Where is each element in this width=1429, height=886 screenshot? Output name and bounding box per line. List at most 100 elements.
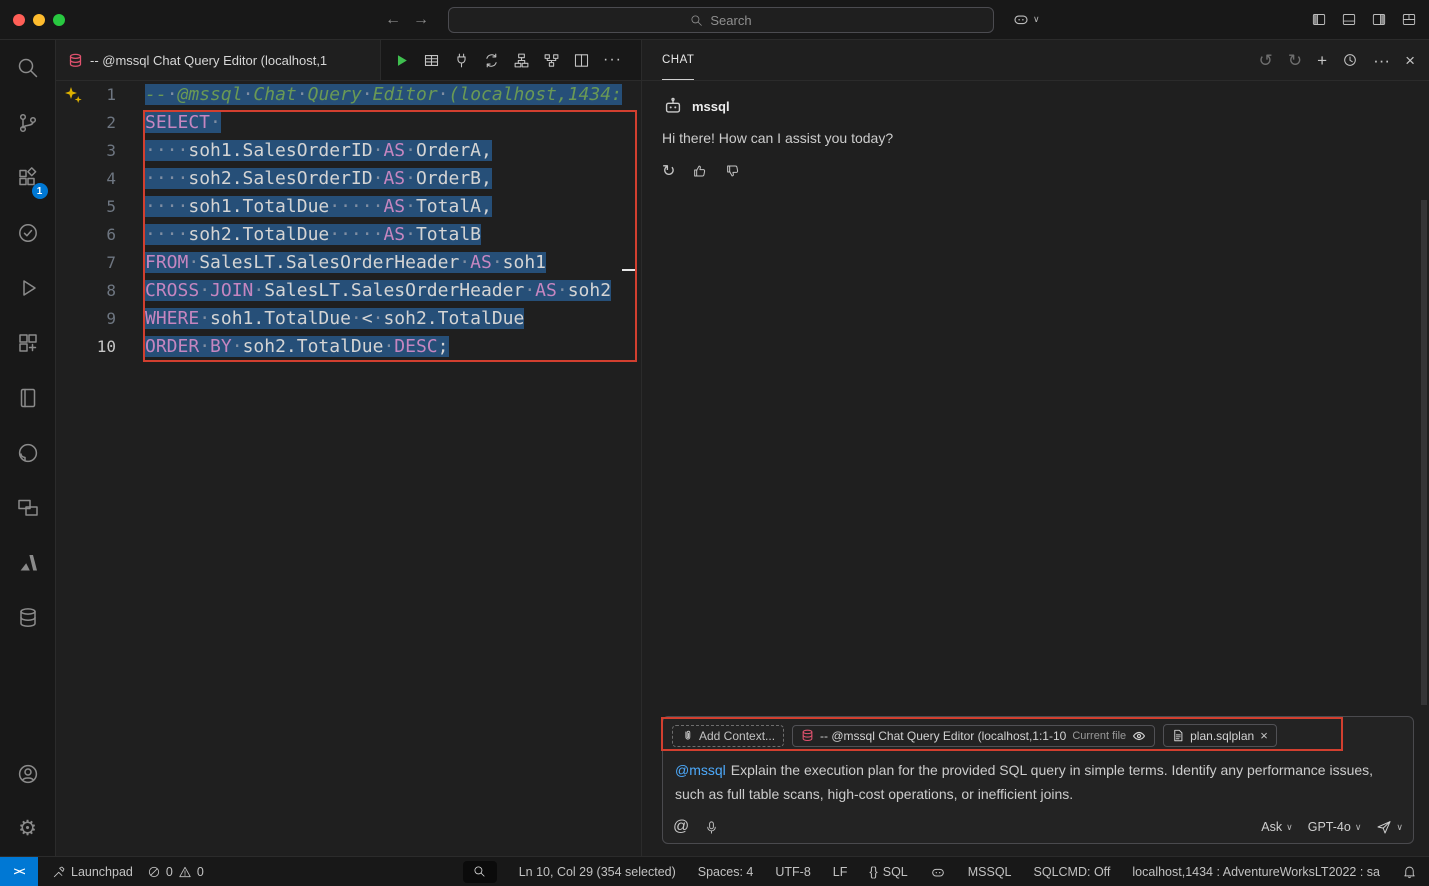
thumbs-down-icon[interactable]	[725, 163, 741, 179]
schema-designer-button[interactable]	[513, 52, 530, 69]
maximize-window-button[interactable]	[53, 14, 65, 26]
code-line-10[interactable]: 10ORDER·BY·soh2.TotalDue·DESC;	[56, 333, 641, 361]
undo-icon[interactable]: ↺	[1259, 52, 1273, 69]
chat-tab[interactable]: CHAT	[662, 40, 694, 80]
accounts-button[interactable]	[4, 746, 52, 801]
chat-header-actions: ↺ ↻ + ··· ×	[1259, 40, 1415, 80]
eol-status[interactable]: LF	[833, 865, 848, 879]
extensions-view-button[interactable]: 1	[4, 150, 52, 205]
code-editor[interactable]: 1--·@mssql·Chat·Query·Editor·(localhost,…	[56, 81, 641, 856]
code-line-9[interactable]: 9WHERE·soh1.TotalDue·<·soh2.TotalDue	[56, 305, 641, 333]
copilot-sparkle-icon[interactable]	[63, 85, 83, 110]
code-line-2[interactable]: 2SELECT·	[56, 109, 641, 137]
testing-view-button[interactable]	[4, 205, 52, 260]
language-mode-status[interactable]: {} SQL	[869, 865, 907, 879]
remove-context-icon[interactable]: ×	[1260, 728, 1268, 743]
line-number: 6	[56, 221, 116, 249]
thumbs-up-icon[interactable]	[692, 163, 708, 179]
forward-button[interactable]: →	[413, 11, 429, 29]
back-button[interactable]: ←	[385, 11, 401, 29]
code-line-7[interactable]: 7FROM·SalesLT.SalesOrderHeader·AS·soh1	[56, 249, 641, 277]
run-debug-view-button[interactable]	[4, 260, 52, 315]
editor-toolbar: ···	[381, 40, 641, 80]
code-line-8[interactable]: 8CROSS·JOIN·SalesLT.SalesOrderHeader·AS·…	[56, 277, 641, 305]
chat-context-row: Add Context... -- @mssql Chat Query Edit…	[663, 717, 1413, 751]
code-line-3[interactable]: 3····soh1.SalesOrderID·AS·OrderA,	[56, 137, 641, 165]
minimize-window-button[interactable]	[33, 14, 45, 26]
connection-status[interactable]: localhost,1434 : AdventureWorksLT2022 : …	[1132, 865, 1380, 879]
more-actions-button[interactable]: ···	[1373, 52, 1390, 69]
history-icon[interactable]	[1342, 52, 1358, 68]
code-line-6[interactable]: 6····soh2.TotalDue·····AS·TotalB	[56, 221, 641, 249]
indentation-status[interactable]: Spaces: 4	[698, 865, 754, 879]
chat-scrollbar[interactable]	[1421, 200, 1427, 705]
chat-mention: @mssql	[675, 762, 726, 778]
search-placeholder: Search	[710, 13, 751, 28]
line-number: 10	[56, 333, 116, 361]
paperclip-icon	[681, 729, 694, 742]
eye-icon[interactable]	[1132, 729, 1146, 743]
code-line-1[interactable]: 1--·@mssql·Chat·Query·Editor·(localhost,…	[56, 81, 641, 109]
add-context-button[interactable]: Add Context...	[672, 725, 784, 747]
results-grid-button[interactable]	[423, 52, 440, 69]
mssql-status[interactable]: MSSQL	[968, 865, 1012, 879]
send-button[interactable]: ∨	[1376, 819, 1403, 835]
error-icon	[147, 865, 161, 879]
azure-view-button[interactable]	[4, 535, 52, 590]
code-line-4[interactable]: 4····soh2.SalesOrderID·AS·OrderB,	[56, 165, 641, 193]
chat-input-controls: @ Ask ∨ GPT-4o ∨ ∨	[673, 818, 1403, 836]
toggle-primary-sidebar-button[interactable]	[1311, 12, 1327, 27]
context-pill-sqlplan[interactable]: plan.sqlplan ×	[1163, 724, 1277, 747]
bell-icon[interactable]	[1402, 864, 1417, 879]
mssql-view-button[interactable]	[4, 590, 52, 645]
toggle-panel-button[interactable]	[1341, 12, 1357, 27]
split-editor-button[interactable]	[573, 52, 590, 69]
launchpad-status-item[interactable]: Launchpad	[38, 865, 140, 879]
extensions-badge: 1	[32, 183, 48, 199]
close-window-button[interactable]	[13, 14, 25, 26]
chat-input-box[interactable]: Add Context... -- @mssql Chat Query Edit…	[662, 716, 1414, 844]
components-view-button[interactable]	[4, 315, 52, 370]
problems-status-item[interactable]: 0 0	[140, 865, 211, 879]
search-status-item[interactable]	[463, 861, 497, 883]
connect-plug-button[interactable]	[453, 52, 470, 69]
new-chat-button[interactable]: +	[1317, 52, 1327, 69]
query-plan-button[interactable]	[543, 52, 560, 69]
mention-button[interactable]: @	[673, 818, 689, 836]
copilot-status-icon[interactable]	[930, 864, 946, 880]
settings-button[interactable]: ⚙	[4, 801, 52, 856]
chat-prompt-text[interactable]: @mssqlExplain the execution plan for the…	[663, 751, 1413, 806]
search-view-button[interactable]	[4, 40, 52, 95]
cursor-position-status[interactable]: Ln 10, Col 29 (354 selected)	[519, 865, 676, 879]
remote-indicator[interactable]: ><	[0, 857, 38, 886]
notebooks-view-button[interactable]	[4, 370, 52, 425]
code-line-5[interactable]: 5····soh1.TotalDue·····AS·TotalA,	[56, 193, 641, 221]
editor-group: -- @mssql Chat Query Editor (localhost,1…	[56, 40, 641, 856]
source-control-view-button[interactable]	[4, 95, 52, 150]
chevron-down-icon: ∨	[1286, 822, 1293, 833]
grid-plus-icon	[16, 331, 40, 355]
remote-explorer-view-button[interactable]	[4, 480, 52, 535]
github-view-button[interactable]	[4, 425, 52, 480]
status-bar: >< Launchpad 0 0 Ln 10, Col 29 (354 sele…	[0, 856, 1429, 886]
sqlcmd-status[interactable]: SQLCMD: Off	[1034, 865, 1111, 879]
model-picker-dropdown[interactable]: GPT-4o ∨	[1308, 820, 1362, 834]
command-center-search[interactable]: Search	[448, 7, 994, 33]
customize-layout-button[interactable]	[1401, 12, 1417, 27]
editor-tab[interactable]: -- @mssql Chat Query Editor (localhost,1	[56, 40, 381, 80]
encoding-status[interactable]: UTF-8	[775, 865, 810, 879]
file-lines-icon	[1172, 729, 1184, 742]
close-panel-button[interactable]: ×	[1405, 52, 1415, 69]
more-actions-button[interactable]: ···	[603, 51, 622, 69]
chat-mode-dropdown[interactable]: Ask ∨	[1261, 820, 1292, 834]
redo-icon[interactable]: ↻	[1288, 52, 1302, 69]
change-connection-button[interactable]	[483, 52, 500, 69]
toggle-secondary-sidebar-button[interactable]	[1371, 12, 1387, 27]
chat-message-text: Hi there! How can I assist you today?	[662, 130, 1409, 146]
microphone-icon[interactable]	[704, 820, 719, 835]
run-query-button[interactable]	[393, 52, 410, 69]
regenerate-icon[interactable]: ↻	[662, 161, 675, 181]
context-pill-current-file[interactable]: -- @mssql Chat Query Editor (localhost,1…	[792, 725, 1155, 747]
copilot-menu-button[interactable]: ∨	[1012, 10, 1040, 28]
search-icon	[16, 56, 40, 80]
